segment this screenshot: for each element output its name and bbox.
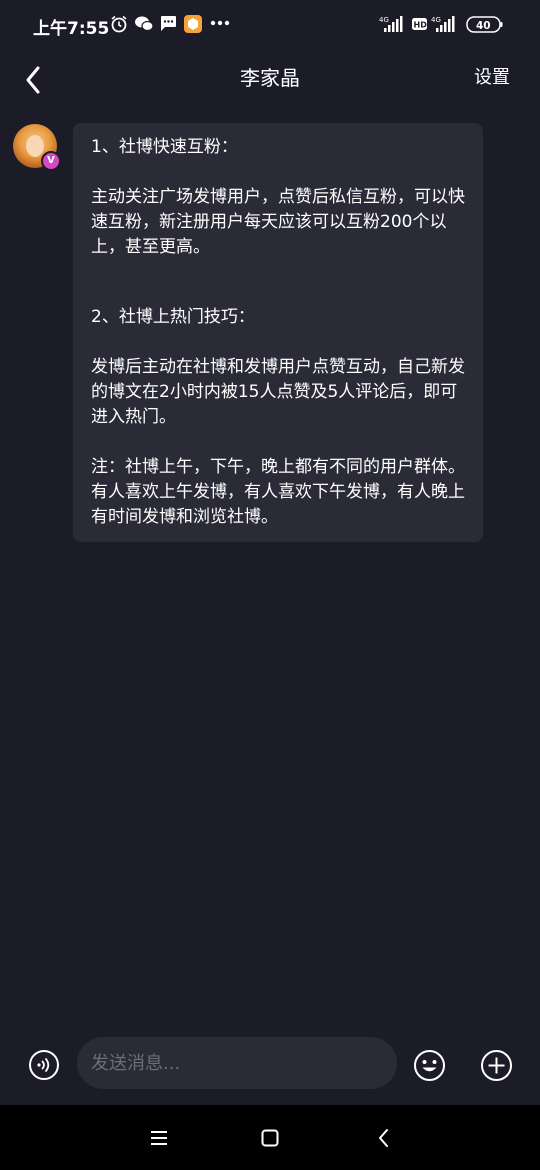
chat-title: 李家晶 [240, 66, 300, 90]
plus-icon [481, 1050, 512, 1081]
section1-title: 1、社博快速互粉： [91, 137, 238, 157]
more-notifications-icon [210, 20, 230, 26]
section2-title: 2、社博上热门技巧： [91, 307, 255, 327]
network-label-1: 4G [379, 16, 389, 24]
settings-button[interactable]: 设置 [474, 63, 510, 89]
avatar-face [26, 135, 44, 157]
menu-icon[interactable] [148, 1127, 170, 1149]
section2-body: 发博后主动在社博和发博用户点赞互动，自己新发的博文在2小时内被15人点赞及5人评… [91, 357, 465, 427]
network-label-2: 4G [431, 16, 441, 24]
status-right-group: 4G HD 4G 40 [378, 14, 508, 36]
sms-icon [161, 16, 176, 31]
input-bar [0, 1035, 540, 1093]
battery-level: 40 [476, 20, 491, 32]
app-notification-icon [184, 15, 202, 33]
verified-badge: V [41, 151, 61, 171]
chat-header: 李家晶 设置 [0, 50, 540, 102]
hd-label: HD [414, 21, 428, 30]
voice-icon [29, 1050, 59, 1080]
alarm-icon [111, 15, 127, 33]
voice-button[interactable] [28, 1049, 60, 1081]
message-input-container[interactable] [77, 1037, 397, 1089]
back-nav-icon[interactable] [373, 1127, 395, 1149]
status-time: 上午7:55 [33, 19, 110, 39]
message-bubble[interactable]: 1、社博快速互粉： 主动关注广场发博用户，点赞后私信互粉，可以快速互粉，新注册用… [73, 123, 483, 542]
note-text: 注：社博上午，下午，晚上都有不同的用户群体。有人喜欢上午发博，有人喜欢下午发博，… [91, 457, 465, 527]
status-bar: 上午7:55 4G HD 4G 40 [0, 0, 540, 50]
home-icon[interactable] [259, 1127, 281, 1149]
wechat-icon [135, 16, 154, 32]
emoji-icon [414, 1050, 445, 1081]
more-actions-button[interactable] [480, 1049, 513, 1082]
emoji-button[interactable] [413, 1049, 446, 1082]
signal-battery-icons: 4G HD 4G 40 [379, 16, 503, 33]
section1-body: 主动关注广场发博用户，点赞后私信互粉，可以快速互粉，新注册用户每天应该可以互粉2… [91, 187, 465, 257]
message-input[interactable] [77, 1037, 397, 1089]
system-nav-bar [0, 1105, 540, 1170]
